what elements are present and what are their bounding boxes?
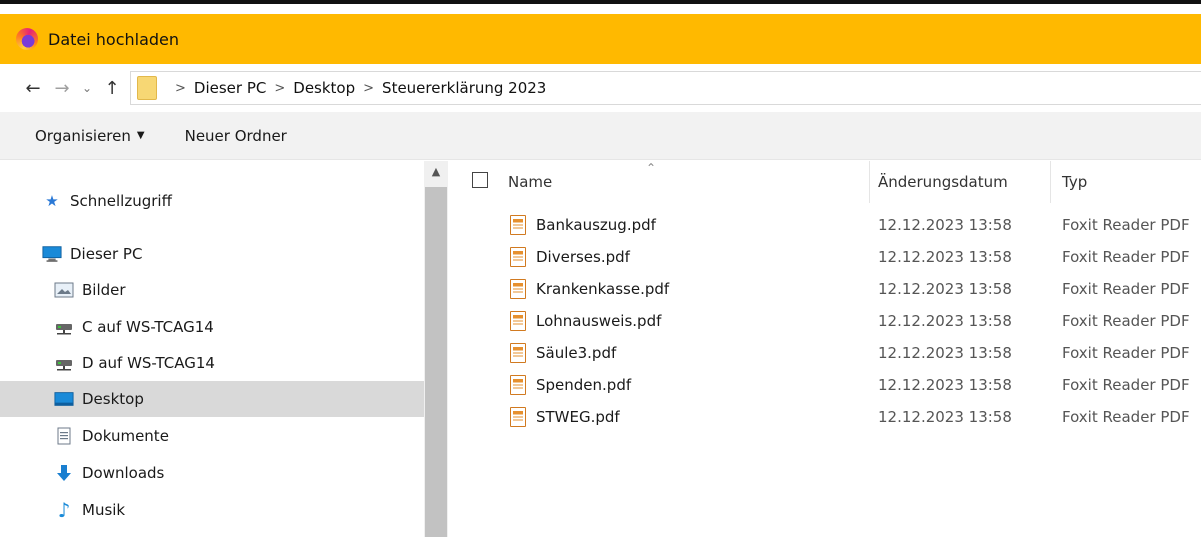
file-date: 12.12.2023 13:58 <box>878 248 1012 266</box>
file-name: Bankauszug.pdf <box>536 216 656 234</box>
up-arrow-icon[interactable]: ↑ <box>98 78 126 99</box>
pdf-file-icon <box>510 215 526 235</box>
column-header-type[interactable]: Typ <box>1062 161 1087 203</box>
command-bar: Organisieren ▼ Neuer Ordner <box>0 112 1201 160</box>
file-type: Foxit Reader PDF <box>1062 376 1190 394</box>
downloads-icon <box>54 464 74 482</box>
file-name: Spenden.pdf <box>536 376 632 394</box>
column-header-name[interactable]: Name <box>508 161 552 203</box>
column-header-row: ⌃ Name Änderungsdatum Typ <box>448 161 1201 203</box>
star-icon: ★ <box>45 192 59 210</box>
breadcrumb-separator: > <box>274 80 286 96</box>
sidebar-item-label: Dokumente <box>82 427 169 445</box>
pdf-file-icon <box>510 311 526 331</box>
organize-button[interactable]: Organisieren ▼ <box>0 127 145 145</box>
pdf-file-icon <box>510 247 526 267</box>
breadcrumb-separator: > <box>363 80 375 96</box>
sidebar-item-label: Downloads <box>82 464 165 482</box>
pdf-file-icon <box>510 279 526 299</box>
sidebar-item-label: Bilder <box>82 281 126 299</box>
file-date: 12.12.2023 13:58 <box>878 312 1012 330</box>
forward-arrow-icon[interactable]: → <box>48 78 76 99</box>
breadcrumb-separator: > <box>175 80 186 96</box>
scroll-up-arrow-icon[interactable]: ▲ <box>424 161 448 181</box>
file-name: STWEG.pdf <box>536 408 620 426</box>
sidebar-item-label: Desktop <box>82 390 144 408</box>
sidebar-item-desktop[interactable]: Desktop <box>0 381 424 417</box>
sidebar-item-bilder[interactable]: Bilder <box>0 272 424 308</box>
file-date: 12.12.2023 13:58 <box>878 344 1012 362</box>
file-type: Foxit Reader PDF <box>1062 280 1190 298</box>
sidebar-item-label: C auf WS-TCAG14 <box>82 318 214 336</box>
navigation-scrollbar[interactable]: ▲ <box>424 161 448 537</box>
pdf-file-icon <box>510 343 526 363</box>
file-name: Lohnausweis.pdf <box>536 312 662 330</box>
sidebar-item-dieser-pc[interactable]: Dieser PC <box>0 236 424 272</box>
file-type: Foxit Reader PDF <box>1062 344 1190 362</box>
sidebar-item-label: D auf WS-TCAG14 <box>82 354 215 372</box>
documents-icon <box>54 427 74 445</box>
file-name: Diverses.pdf <box>536 248 630 266</box>
breadcrumb-desktop[interactable]: Desktop <box>293 79 355 97</box>
sort-ascending-icon: ⌃ <box>646 161 657 175</box>
top-border <box>0 0 1201 10</box>
desktop-icon <box>54 390 74 408</box>
file-date: 12.12.2023 13:58 <box>878 408 1012 426</box>
sidebar-item-c-drive[interactable]: C auf WS-TCAG14 <box>0 309 424 345</box>
table-row[interactable]: Säule3.pdf 12.12.2023 13:58 Foxit Reader… <box>448 337 1201 369</box>
table-row[interactable]: STWEG.pdf 12.12.2023 13:58 Foxit Reader … <box>448 401 1201 433</box>
back-arrow-icon[interactable]: ← <box>18 78 48 99</box>
network-drive-icon <box>54 354 74 372</box>
pdf-file-icon <box>510 375 526 395</box>
column-header-date[interactable]: Änderungsdatum <box>878 161 1008 203</box>
address-row: ← → ⌄ ↑ > Dieser PC > Desktop > Steuerer… <box>0 64 1201 112</box>
network-drive-icon <box>54 318 74 336</box>
file-date: 12.12.2023 13:58 <box>878 216 1012 234</box>
column-divider[interactable] <box>1050 161 1051 203</box>
file-date: 12.12.2023 13:58 <box>878 376 1012 394</box>
sidebar-item-label: Schnellzugriff <box>70 192 172 210</box>
table-row[interactable]: Spenden.pdf 12.12.2023 13:58 Foxit Reade… <box>448 369 1201 401</box>
sidebar-item-schnellzugriff[interactable]: ★ Schnellzugriff <box>0 183 424 219</box>
sidebar-item-label: Musik <box>82 501 126 519</box>
dropdown-caret-icon: ▼ <box>136 130 145 141</box>
new-folder-label: Neuer Ordner <box>184 126 287 145</box>
sidebar-item-downloads[interactable]: Downloads <box>0 455 424 491</box>
music-icon: ♪ <box>57 498 71 522</box>
title-bar: Datei hochladen <box>0 14 1201 64</box>
sidebar-item-d-drive[interactable]: D auf WS-TCAG14 <box>0 345 424 381</box>
file-type: Foxit Reader PDF <box>1062 408 1190 426</box>
address-bar[interactable]: > Dieser PC > Desktop > Steuererklärung … <box>130 71 1201 105</box>
pictures-icon <box>54 281 74 299</box>
navigation-pane: ★ Schnellzugriff Dieser PC Bilder C auf … <box>0 161 424 537</box>
scrollbar-thumb[interactable] <box>425 187 447 537</box>
table-row[interactable]: Krankenkasse.pdf 12.12.2023 13:58 Foxit … <box>448 273 1201 305</box>
file-type: Foxit Reader PDF <box>1062 248 1190 266</box>
table-row[interactable]: Lohnausweis.pdf 12.12.2023 13:58 Foxit R… <box>448 305 1201 337</box>
organize-label: Organisieren <box>35 126 131 145</box>
pdf-file-icon <box>510 407 526 427</box>
file-name: Säule3.pdf <box>536 344 617 362</box>
sidebar-item-dokumente[interactable]: Dokumente <box>0 418 424 454</box>
table-row[interactable]: Diverses.pdf 12.12.2023 13:58 Foxit Read… <box>448 241 1201 273</box>
file-type: Foxit Reader PDF <box>1062 216 1190 234</box>
file-date: 12.12.2023 13:58 <box>878 280 1012 298</box>
sidebar-item-musik[interactable]: ♪ Musik <box>0 492 424 528</box>
breadcrumb-dieser-pc[interactable]: Dieser PC <box>194 79 266 97</box>
file-name: Krankenkasse.pdf <box>536 280 670 298</box>
window-title: Datei hochladen <box>48 29 180 49</box>
new-folder-button[interactable]: Neuer Ordner <box>145 127 287 145</box>
folder-icon <box>137 76 157 100</box>
computer-icon <box>42 245 62 263</box>
select-all-checkbox[interactable] <box>472 172 488 188</box>
breadcrumb-steuererklaerung[interactable]: Steuererklärung 2023 <box>382 79 546 97</box>
file-list: ⌃ Name Änderungsdatum Typ Bankauszug.pdf… <box>448 161 1201 537</box>
firefox-icon <box>16 28 38 50</box>
file-type: Foxit Reader PDF <box>1062 312 1190 330</box>
table-row[interactable]: Bankauszug.pdf 12.12.2023 13:58 Foxit Re… <box>448 209 1201 241</box>
column-divider[interactable] <box>869 161 870 203</box>
recent-locations-chevron-icon[interactable]: ⌄ <box>76 81 98 95</box>
sidebar-item-label: Dieser PC <box>70 245 143 263</box>
